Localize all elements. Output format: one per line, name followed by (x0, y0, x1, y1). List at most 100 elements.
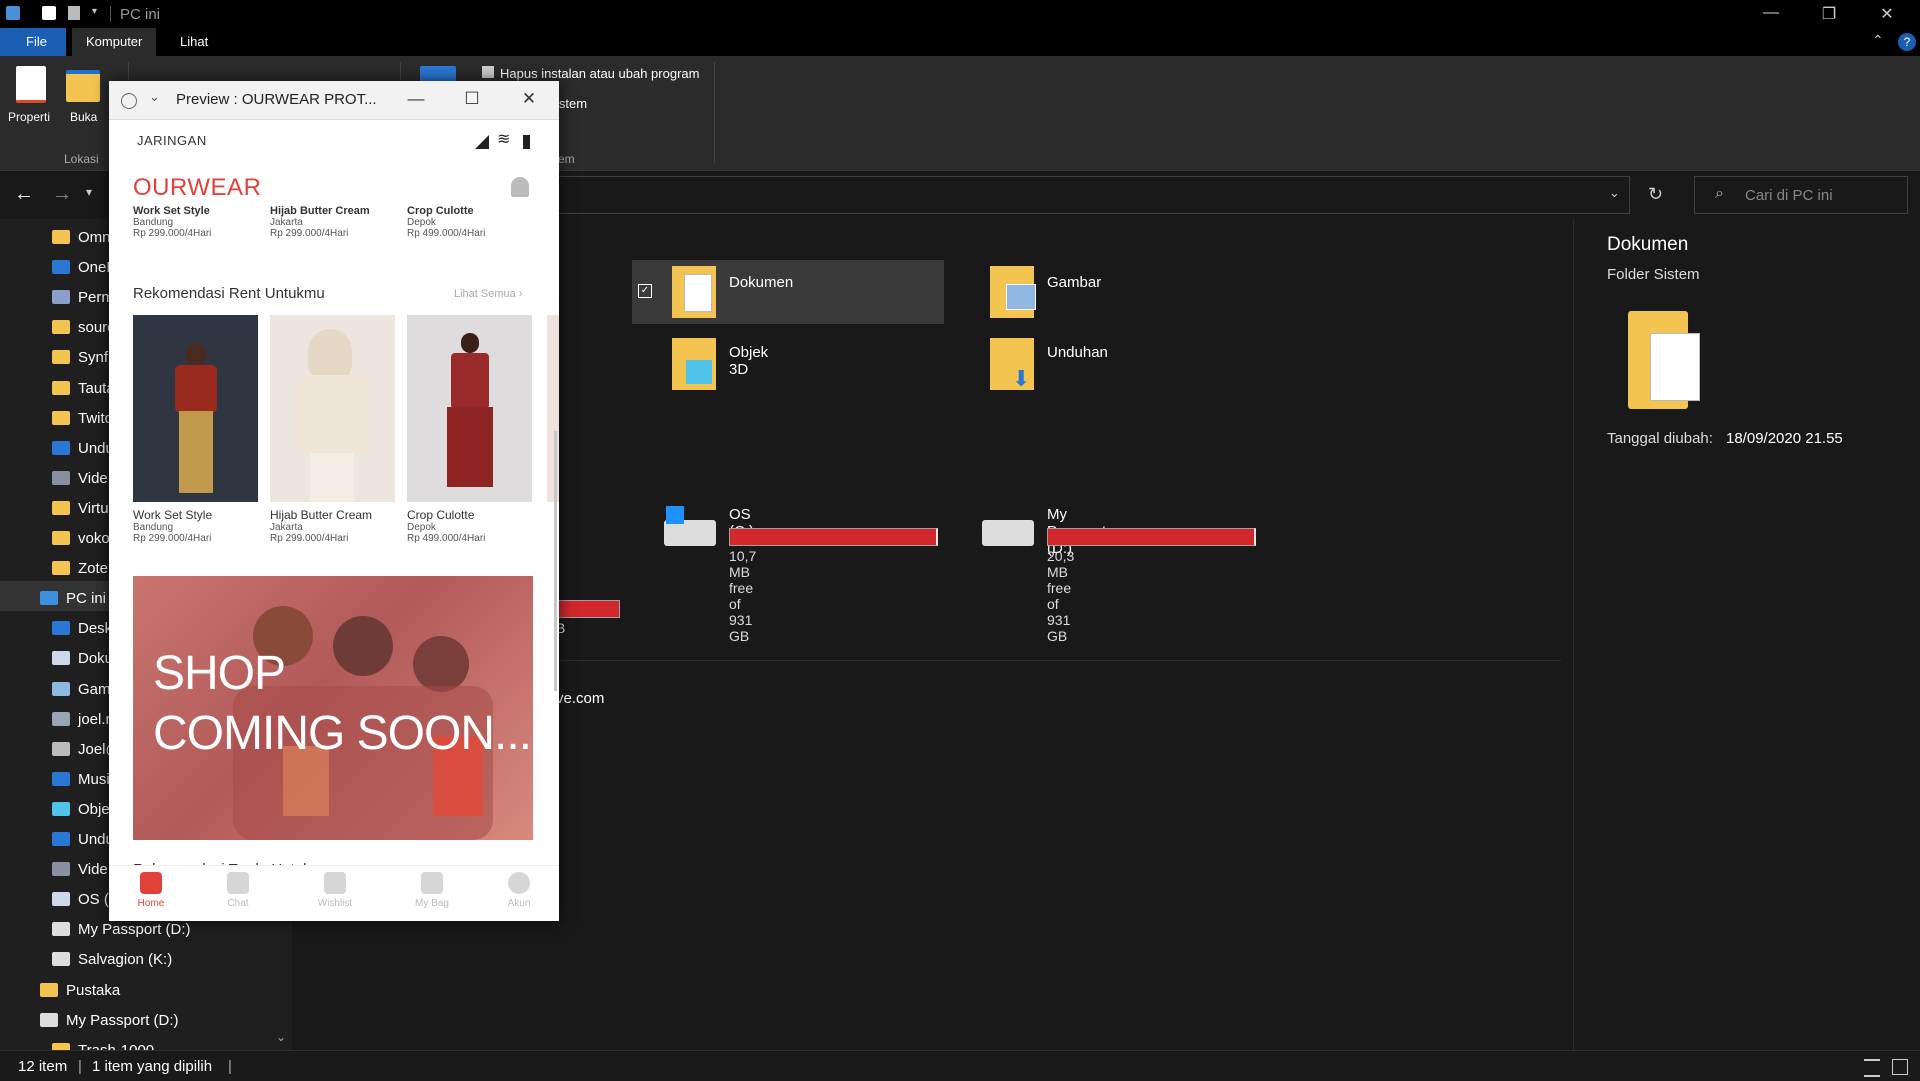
tab-my-bag[interactable]: My Bag (402, 872, 462, 909)
search-input[interactable]: ⌕ Cari di PC ini (1694, 176, 1908, 214)
external-drive-icon (982, 520, 1034, 546)
group-lokasi-label: Lokasi (64, 152, 99, 166)
tab-lihat[interactable]: Lihat (166, 28, 222, 56)
properties-quick-icon[interactable] (42, 6, 56, 20)
downloads-folder-icon: ⬇ (990, 338, 1034, 391)
minimize-button[interactable]: — (1756, 4, 1786, 22)
bottom-tab-bar: Home Chat Wishlist My Bag Akun (109, 865, 559, 921)
nav-item[interactable]: PC ini (40, 590, 106, 616)
product-card[interactable]: Hijab Butter Cream Jakarta Rp 299.000/4H… (270, 315, 395, 544)
window-title: PC ini (120, 6, 161, 23)
product-photo (270, 315, 395, 502)
back-arrow-icon[interactable]: ← (14, 183, 34, 206)
nav-item-label: Vide (78, 469, 108, 487)
new-folder-quick-icon[interactable] (68, 6, 80, 20)
nav-item[interactable]: Desk (52, 620, 112, 646)
help-button[interactable]: ? (1898, 33, 1916, 51)
refresh-icon[interactable]: ↻ (1648, 184, 1663, 205)
product-city: Jakarta (270, 522, 303, 533)
preview-maximize-button[interactable]: ☐ (457, 89, 487, 109)
large-icons-view-icon[interactable] (1892, 1059, 1908, 1075)
system-properties-button[interactable]: istem (556, 96, 587, 111)
close-button[interactable]: ✕ (1872, 4, 1902, 24)
recent-locations-chevron-icon[interactable]: ▾ (86, 185, 92, 199)
tab-akun[interactable]: Akun (489, 872, 549, 909)
tab-file[interactable]: File (0, 28, 66, 56)
nav-item[interactable]: My Passport (D:) (40, 1012, 179, 1038)
forward-arrow-icon[interactable]: → (52, 183, 72, 206)
selection-checkbox-icon[interactable]: ✓ (638, 284, 652, 298)
nav-item[interactable]: Musi (52, 771, 110, 797)
address-dropdown-icon[interactable]: ⌄ (1609, 185, 1620, 201)
tab-wishlist[interactable]: Wishlist (305, 872, 365, 909)
nav-item[interactable]: Twitc (52, 410, 112, 436)
preview-minimize-button[interactable]: — (401, 89, 431, 109)
nav-item[interactable]: Obje (52, 801, 110, 827)
nav-item-icon (52, 230, 70, 244)
nav-item[interactable]: Trash-1000 (52, 1042, 154, 1050)
properti-button-label[interactable]: Properti (8, 110, 50, 124)
maximize-button[interactable]: ❐ (1814, 4, 1844, 24)
nav-item[interactable]: Zoter (52, 560, 113, 586)
notification-bell-icon[interactable] (511, 177, 529, 197)
open-folder-icon[interactable] (66, 70, 100, 102)
nav-item-icon (52, 651, 70, 666)
nav-item[interactable]: Omn (52, 229, 111, 255)
chevron-down-icon[interactable]: ⌄ (149, 89, 160, 105)
preview-close-button[interactable]: ✕ (514, 89, 544, 109)
nav-item[interactable]: Undu (52, 831, 114, 857)
nav-item[interactable]: Pustaka (40, 982, 120, 1008)
ribbon-tabs: File Komputer Lihat ⌃ ? (0, 28, 1920, 56)
nav-item[interactable]: Undu (52, 440, 114, 466)
nav-item-label: PC ini (66, 590, 107, 608)
signal-icon (475, 135, 489, 149)
tab-komputer[interactable]: Komputer (72, 28, 157, 56)
nav-item-icon (52, 1042, 70, 1050)
preview-scrollbar[interactable] (554, 431, 557, 691)
properties-icon[interactable] (16, 66, 46, 103)
product-card-top[interactable]: Hijab Butter Cream Jakarta Rp 299.000/4H… (270, 205, 395, 239)
nav-item[interactable]: Vide (52, 470, 108, 496)
nav-item-icon (52, 862, 70, 877)
nav-item[interactable]: Perm (52, 289, 114, 315)
uninstall-icon[interactable] (482, 66, 494, 78)
nav-item[interactable]: Tauta (52, 380, 115, 406)
nav-item-icon (52, 350, 70, 365)
nav-item[interactable]: Synfi (52, 349, 111, 375)
nav-item[interactable]: My Passport (D:) (52, 921, 191, 947)
brand-logo[interactable]: OURWEAR (133, 174, 261, 202)
3d-objects-folder-icon (672, 338, 716, 390)
nav-item[interactable]: Virtu (52, 500, 109, 526)
nav-item-icon (52, 771, 70, 786)
record-icon[interactable] (121, 93, 137, 109)
nav-scrollbar-down-icon[interactable]: ⌄ (276, 1030, 286, 1044)
nav-item[interactable]: Salvagion (K:) (52, 951, 172, 977)
see-all-link[interactable]: Lihat Semua › (454, 288, 522, 300)
collapse-ribbon-icon[interactable]: ⌃ (1872, 32, 1884, 49)
quick-access-dropdown-icon[interactable]: ▾ (92, 6, 97, 17)
nav-item-label: Doku (78, 650, 114, 668)
details-view-icon[interactable] (1864, 1059, 1880, 1077)
product-card-top[interactable]: Crop Culotte Depok Rp 499.000/4Hari (407, 205, 532, 239)
nav-item[interactable]: sourc (52, 319, 115, 345)
uninstall-program-button[interactable]: Hapus instalan atau ubah program (500, 66, 699, 81)
nav-item[interactable]: joel.r (52, 711, 111, 737)
product-card[interactable]: Crop Culotte Depok Rp 499.000/4Hari (407, 315, 532, 544)
product-price: Rp 299.000/4Hari (133, 533, 212, 544)
nav-item-label: Pustaka (66, 981, 121, 999)
nav-item[interactable]: Vide (52, 861, 108, 887)
nav-item[interactable]: Doku (52, 650, 113, 676)
product-card-top[interactable]: Work Set Style Bandung Rp 299.000/4Hari (133, 205, 258, 239)
buka-button-label[interactable]: Buka (70, 110, 97, 124)
status-separator: | (78, 1058, 82, 1075)
nav-item-icon (52, 952, 70, 967)
promo-banner[interactable]: SHOP COMING SOON... (133, 576, 533, 840)
network-location-fragment[interactable]: ve.com (556, 690, 604, 707)
product-card[interactable]: Work Set Style Bandung Rp 299.000/4Hari (133, 315, 258, 544)
tab-chat[interactable]: Chat (208, 872, 268, 909)
nav-item[interactable]: voko (52, 530, 110, 556)
nav-item[interactable]: OneD (52, 259, 117, 285)
address-bar[interactable]: ⌄ (530, 176, 1630, 214)
folder-name: Gambar (1047, 274, 1102, 291)
tab-home[interactable]: Home (121, 872, 181, 909)
